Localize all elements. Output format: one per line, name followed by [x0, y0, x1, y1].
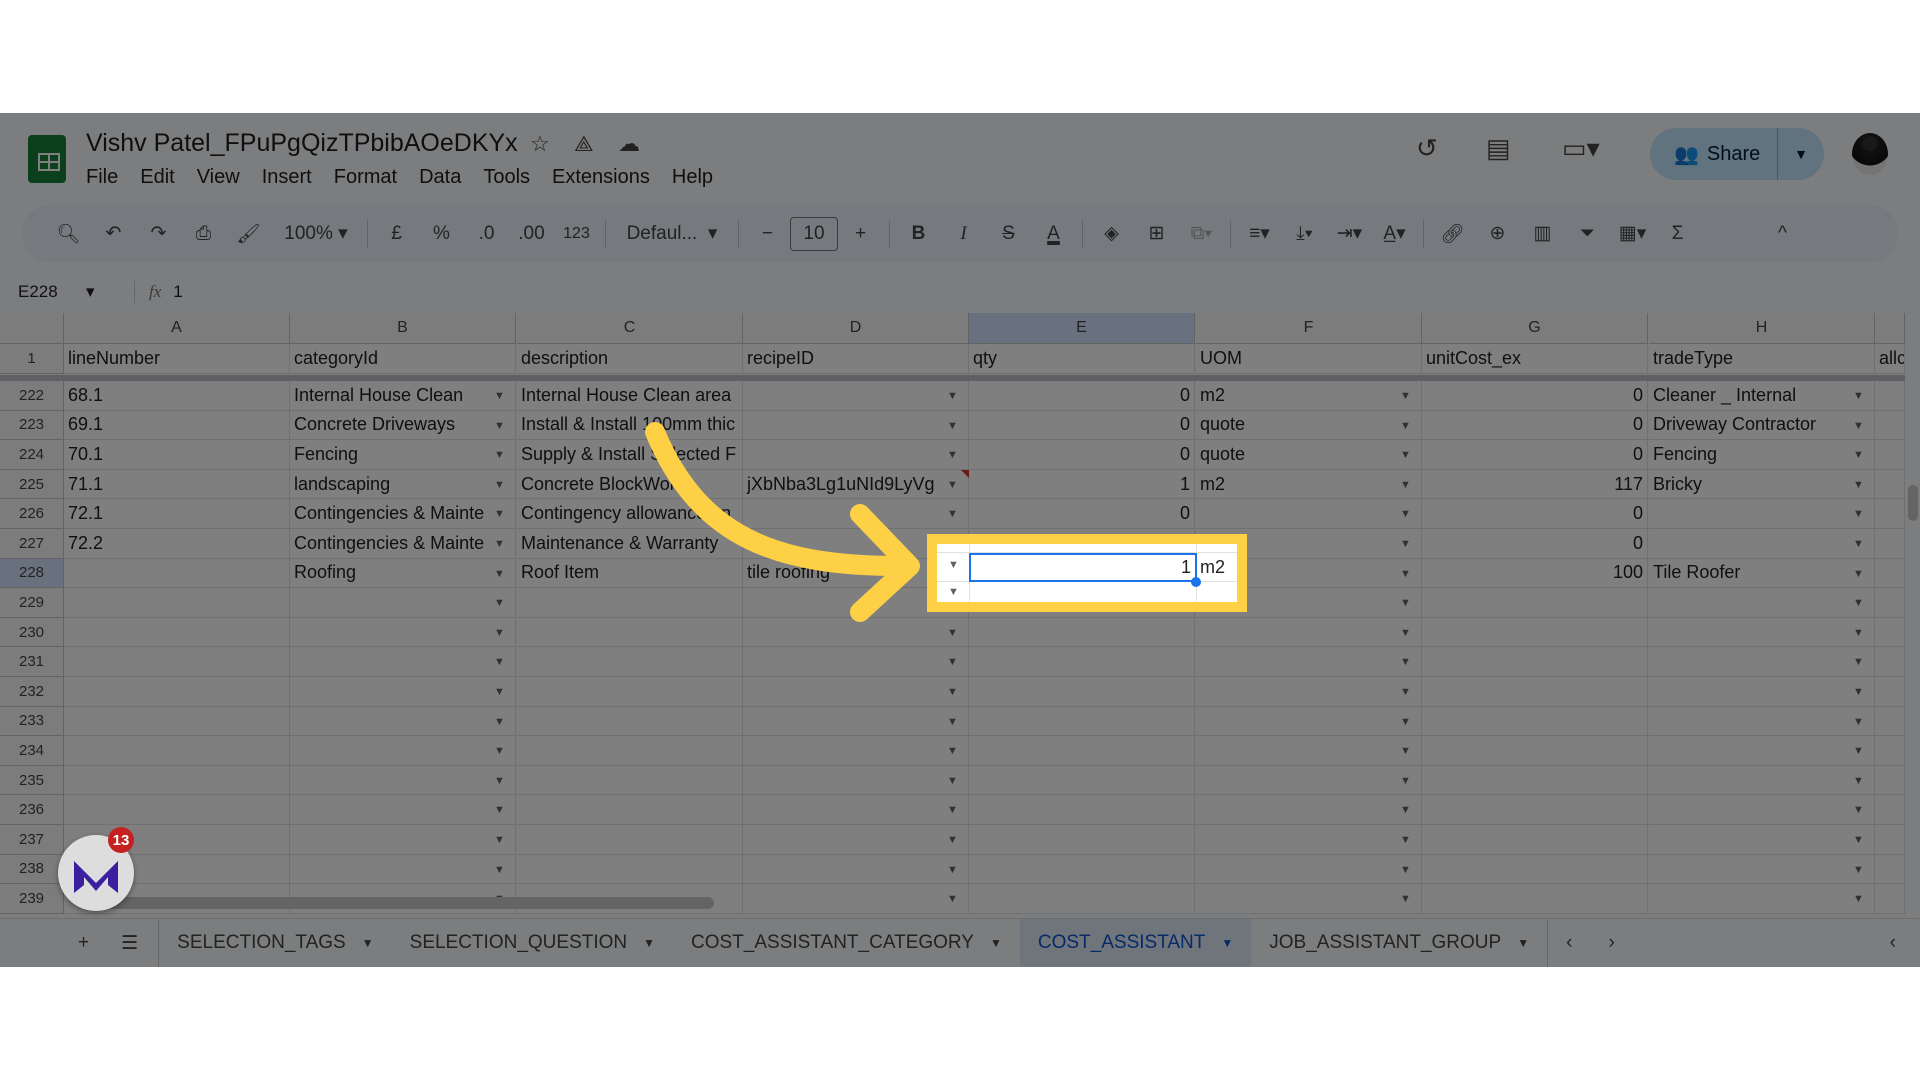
yellow-arrow-icon — [645, 422, 920, 622]
